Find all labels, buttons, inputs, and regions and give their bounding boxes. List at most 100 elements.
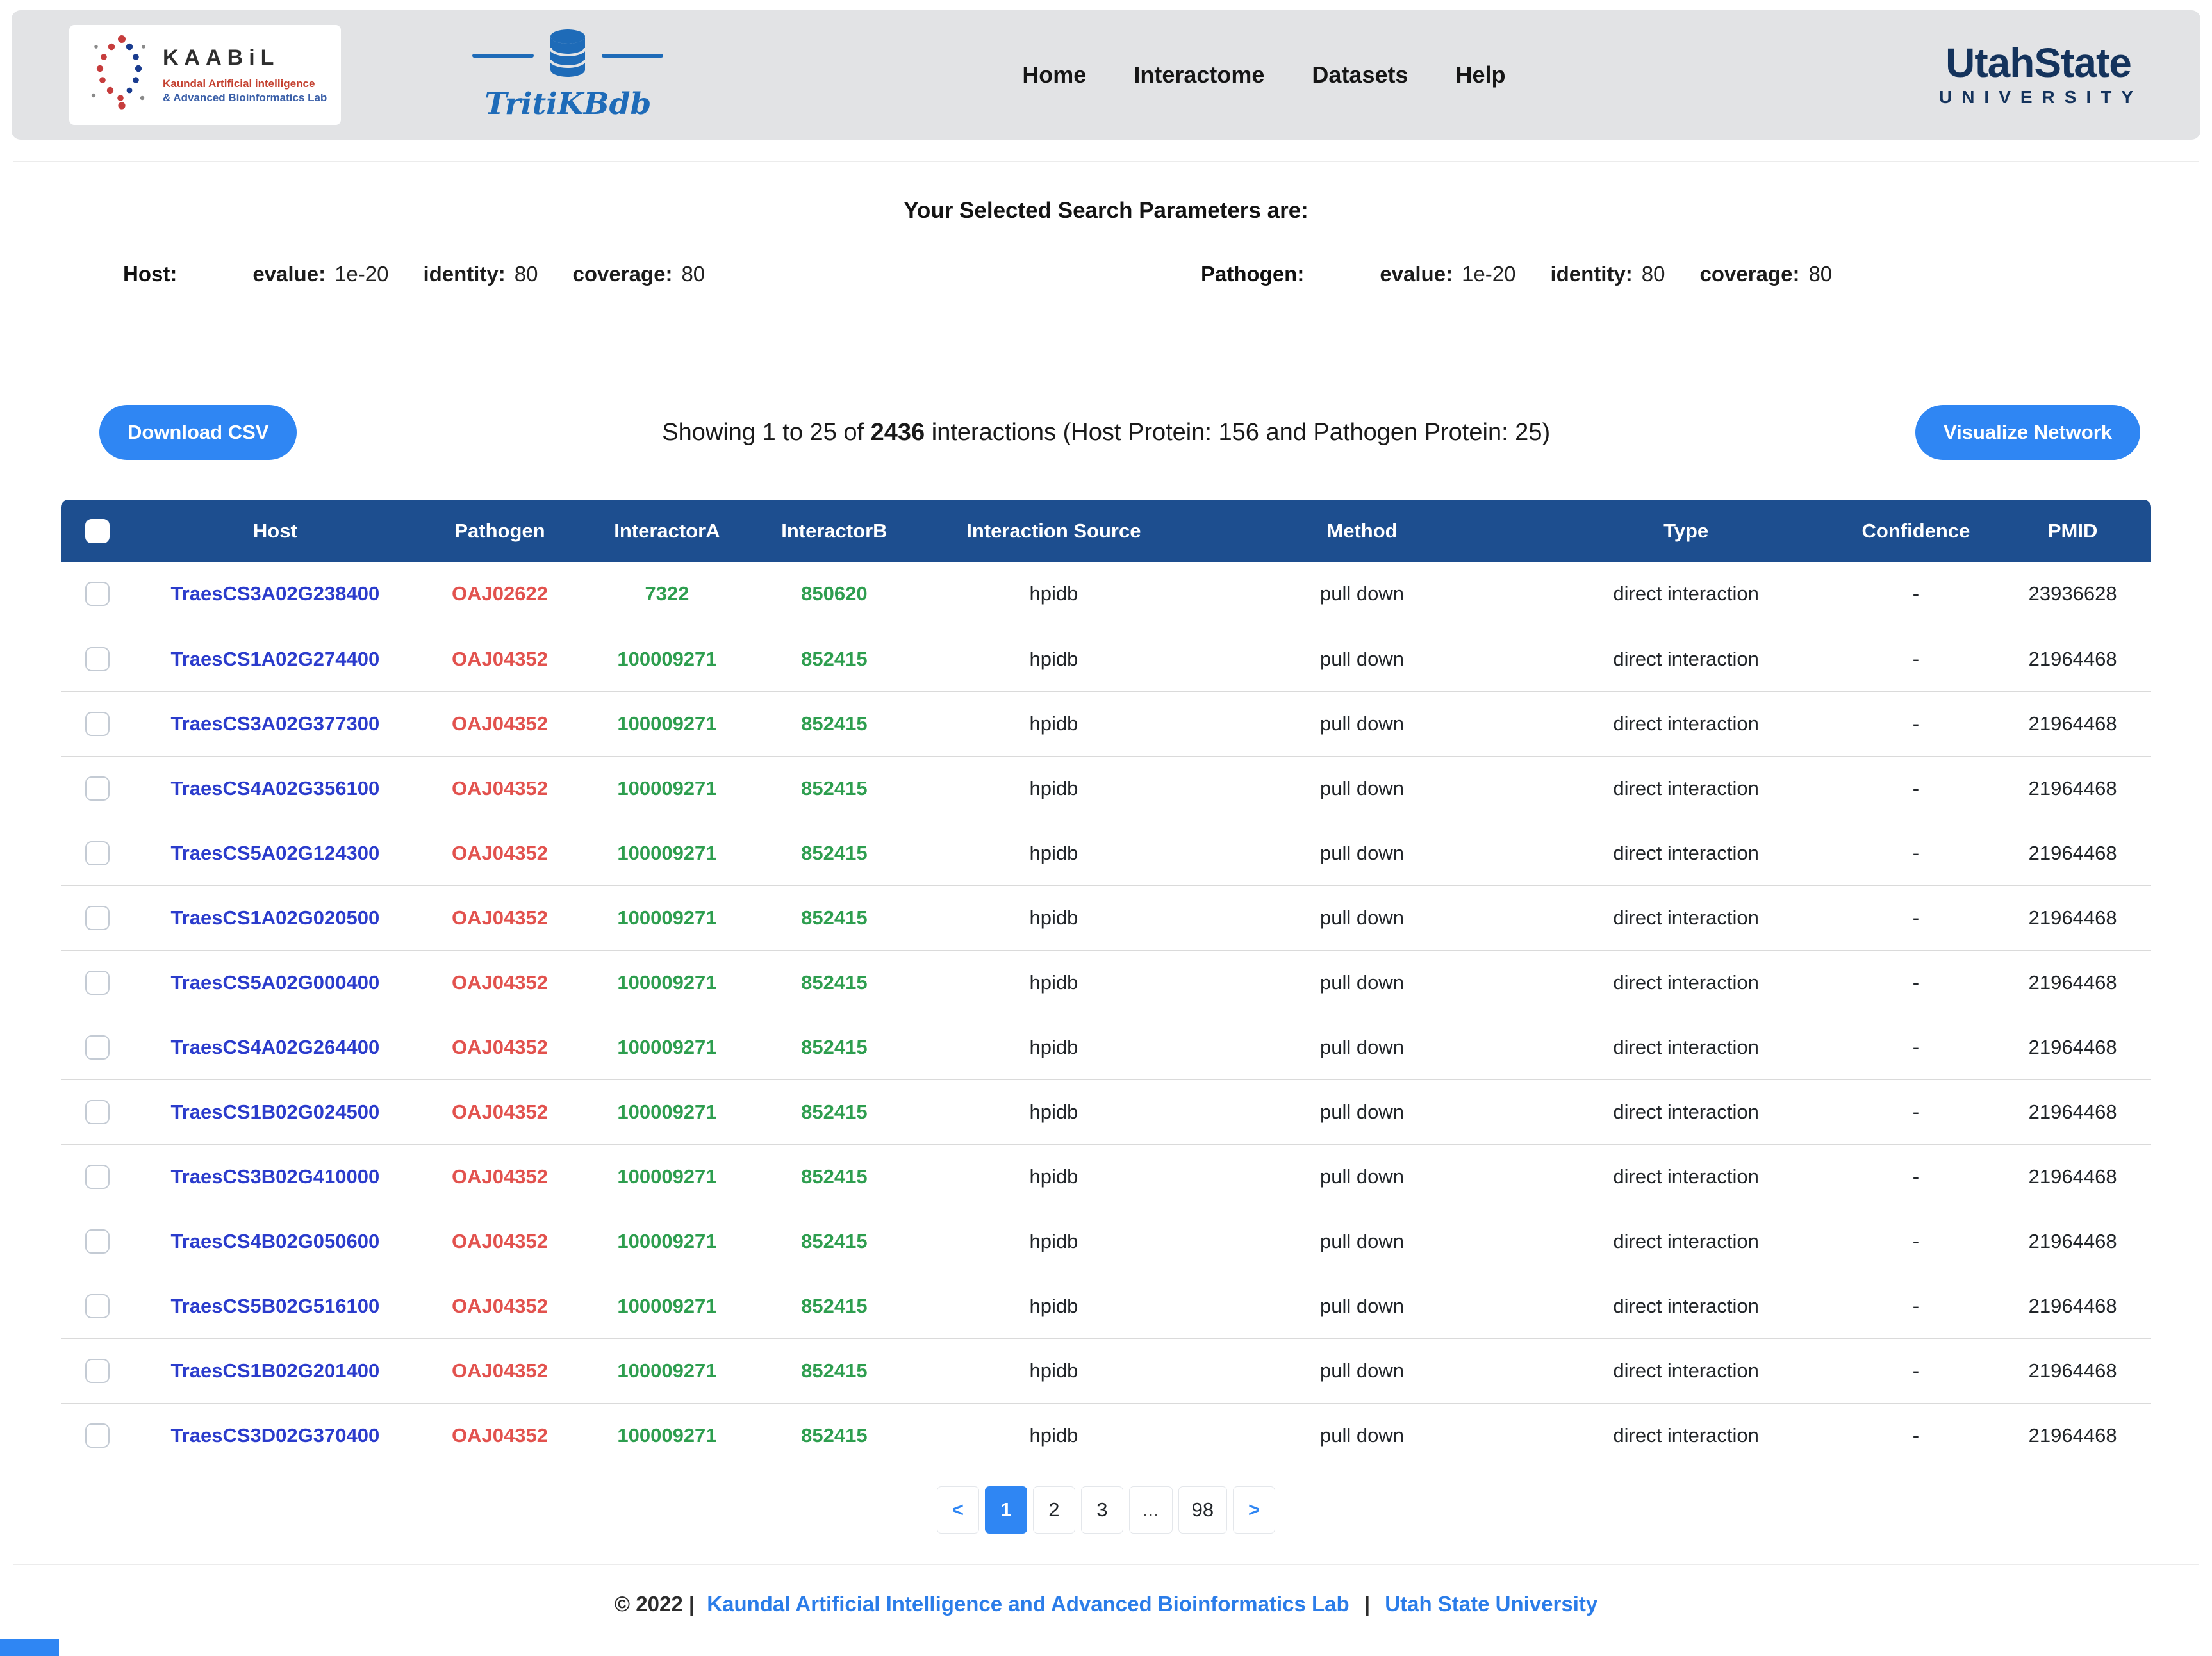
host-parameters: Host: evalue:1e-20 identity:80 coverage:… [13, 262, 1106, 286]
type-value: direct interaction [1535, 1209, 1838, 1274]
select-all-checkbox[interactable] [85, 519, 110, 543]
type-value: direct interaction [1535, 627, 1838, 691]
interactor-b-value: 852415 [750, 627, 918, 691]
row-checkbox[interactable] [85, 712, 110, 736]
confidence-value: - [1838, 1079, 1995, 1144]
row-checkbox[interactable] [85, 1359, 110, 1383]
host-link[interactable]: TraesCS3D02G370400 [134, 1403, 416, 1468]
row-checkbox[interactable] [85, 1294, 110, 1318]
row-checkbox[interactable] [85, 1035, 110, 1060]
type-value: direct interaction [1535, 562, 1838, 627]
nav-help[interactable]: Help [1456, 61, 1506, 88]
confidence-value: - [1838, 821, 1995, 885]
row-checkbox[interactable] [85, 647, 110, 671]
interaction-source-value: hpidb [918, 1015, 1189, 1079]
host-link[interactable]: TraesCS3B02G410000 [134, 1144, 416, 1209]
interactor-b-value: 852415 [750, 1144, 918, 1209]
row-checkbox[interactable] [85, 776, 110, 801]
row-checkbox[interactable] [85, 841, 110, 865]
pagination-page-1[interactable]: 1 [985, 1486, 1027, 1534]
pmid-value: 21964468 [1994, 691, 2151, 756]
pagination-page-98[interactable]: 98 [1178, 1486, 1227, 1534]
interactor-a-value: 100009271 [583, 1079, 750, 1144]
method-value: pull down [1189, 950, 1534, 1015]
university-link[interactable]: Utah State University [1385, 1592, 1597, 1616]
row-checkbox[interactable] [85, 1165, 110, 1189]
row-checkbox[interactable] [85, 906, 110, 930]
pagination-prev[interactable]: < [937, 1486, 979, 1534]
interaction-source-value: hpidb [918, 1338, 1189, 1403]
pagination-page-3[interactable]: 3 [1081, 1486, 1123, 1534]
pathogen-id: OAJ02622 [417, 562, 584, 627]
nav-interactome[interactable]: Interactome [1134, 61, 1264, 88]
row-checkbox-cell [61, 1144, 134, 1209]
pagination-page-2[interactable]: 2 [1033, 1486, 1075, 1534]
host-link[interactable]: TraesCS4B02G050600 [134, 1209, 416, 1274]
lab-link[interactable]: Kaundal Artificial Intelligence and Adva… [707, 1592, 1349, 1616]
host-link[interactable]: TraesCS1A02G020500 [134, 885, 416, 950]
row-checkbox[interactable] [85, 1423, 110, 1448]
host-link[interactable]: TraesCS1B02G024500 [134, 1079, 416, 1144]
download-csv-button[interactable]: Download CSV [99, 405, 297, 460]
tritikbdb-logo[interactable]: TritiKBdb [472, 28, 663, 122]
interaction-source-value: hpidb [918, 1274, 1189, 1338]
pathogen-id: OAJ04352 [417, 1144, 584, 1209]
pmid-value: 21964468 [1994, 1274, 2151, 1338]
pmid-value: 23936628 [1994, 562, 2151, 627]
footer: © 2022 | Kaundal Artificial Intelligence… [0, 1565, 2212, 1629]
host-link[interactable]: TraesCS1B02G201400 [134, 1338, 416, 1403]
interactor-a-value: 100009271 [583, 627, 750, 691]
row-checkbox[interactable] [85, 1229, 110, 1254]
header-interactor-a: InteractorA [583, 500, 750, 562]
pathogen-identity: identity:80 [1550, 262, 1665, 286]
interactor-a-value: 100009271 [583, 691, 750, 756]
host-link[interactable]: TraesCS4A02G264400 [134, 1015, 416, 1079]
interaction-source-value: hpidb [918, 885, 1189, 950]
visualize-network-button[interactable]: Visualize Network [1915, 405, 2140, 460]
footer-separator: | [1364, 1592, 1370, 1616]
interactor-a-value: 100009271 [583, 1209, 750, 1274]
type-value: direct interaction [1535, 1079, 1838, 1144]
host-link[interactable]: TraesCS5A02G000400 [134, 950, 416, 1015]
search-parameters-section: Your Selected Search Parameters are: Hos… [13, 161, 2199, 343]
interaction-source-value: hpidb [918, 1403, 1189, 1468]
row-checkbox[interactable] [85, 1100, 110, 1124]
interactor-a-value: 100009271 [583, 885, 750, 950]
interactor-b-value: 852415 [750, 1015, 918, 1079]
kaabil-subtitle-2: & Advanced Bioinformatics Lab [163, 91, 327, 104]
row-checkbox-cell [61, 1209, 134, 1274]
nav-home[interactable]: Home [1022, 61, 1086, 88]
host-link[interactable]: TraesCS5B02G516100 [134, 1274, 416, 1338]
type-value: direct interaction [1535, 885, 1838, 950]
pmid-value: 21964468 [1994, 1079, 2151, 1144]
header-confidence: Confidence [1838, 500, 1995, 562]
interactor-b-value: 852415 [750, 950, 918, 1015]
interactor-a-value: 100009271 [583, 1403, 750, 1468]
method-value: pull down [1189, 1403, 1534, 1468]
kaabil-logo[interactable]: KAABiL Kaundal Artificial intelligence &… [69, 25, 341, 125]
type-value: direct interaction [1535, 1403, 1838, 1468]
row-checkbox[interactable] [85, 582, 110, 606]
host-link[interactable]: TraesCS3A02G238400 [134, 562, 416, 627]
row-checkbox-cell [61, 1079, 134, 1144]
host-link[interactable]: TraesCS4A02G356100 [134, 756, 416, 821]
row-checkbox[interactable] [85, 971, 110, 995]
pagination-next[interactable]: > [1233, 1486, 1275, 1534]
kaabil-subtitle-1: Kaundal Artificial intelligence [163, 77, 327, 90]
pathogen-id: OAJ04352 [417, 1079, 584, 1144]
pmid-value: 21964468 [1994, 1338, 2151, 1403]
copyright-text: © 2022 | [615, 1592, 695, 1616]
pmid-value: 21964468 [1994, 756, 2151, 821]
row-checkbox-cell [61, 627, 134, 691]
host-link[interactable]: TraesCS1A02G274400 [134, 627, 416, 691]
host-link[interactable]: TraesCS3A02G377300 [134, 691, 416, 756]
pmid-value: 21964468 [1994, 950, 2151, 1015]
table-row: TraesCS1A02G274400 OAJ04352 100009271 85… [61, 627, 2151, 691]
header-interactor-b: InteractorB [750, 500, 918, 562]
interactor-a-value: 100009271 [583, 1015, 750, 1079]
confidence-value: - [1838, 627, 1995, 691]
pathogen-parameters: Pathogen: evalue:1e-20 identity:80 cover… [1106, 262, 2199, 286]
nav-datasets[interactable]: Datasets [1312, 61, 1408, 88]
host-link[interactable]: TraesCS5A02G124300 [134, 821, 416, 885]
utah-state-logo[interactable]: UtahState UNIVERSITY [1934, 42, 2143, 108]
